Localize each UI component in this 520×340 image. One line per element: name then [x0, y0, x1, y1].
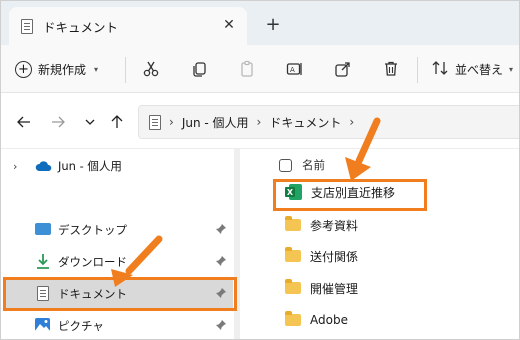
sidebar-item-label: Jun - 個人用: [58, 159, 122, 173]
document-icon: [21, 18, 33, 34]
folder-row[interactable]: 送付関係: [285, 243, 358, 269]
rename-icon[interactable]: A: [283, 57, 307, 81]
chevron-down-icon: ▾: [509, 64, 514, 74]
address-row: › Jun - 個人用 › ドキュメント ›: [1, 93, 519, 149]
folder-name: 送付関係: [310, 249, 359, 264]
breadcrumb-item[interactable]: Jun - 個人用: [182, 114, 249, 131]
annotation-arrow-icon: [111, 235, 163, 287]
copy-icon[interactable]: [187, 57, 211, 81]
toolbar-divider: [125, 57, 126, 83]
folder-row[interactable]: 参考資料: [285, 212, 358, 238]
sort-button-label: 並べ替え: [455, 62, 504, 77]
folder-icon: [285, 216, 301, 231]
folder-name: 参考資料: [310, 218, 359, 233]
cut-icon[interactable]: [139, 57, 163, 81]
desktop-icon: [35, 223, 51, 235]
pin-icon[interactable]: [215, 319, 227, 334]
folder-row[interactable]: 開催管理: [285, 275, 358, 301]
download-icon: [36, 253, 50, 272]
breadcrumb-item[interactable]: ドキュメント: [269, 114, 341, 131]
sidebar-item-label: ピクチャ: [58, 319, 104, 333]
sort-icon: [431, 59, 449, 80]
onedrive-cloud-icon: [35, 160, 53, 175]
paste-icon[interactable]: [235, 57, 259, 81]
recent-locations-chevron-icon[interactable]: [81, 113, 99, 131]
sort-button[interactable]: 並べ替え ▾: [431, 57, 513, 81]
up-arrow-icon[interactable]: [108, 113, 126, 131]
command-bar: + 新規作成 ▾ A 並べ替え ▾: [1, 45, 519, 93]
new-button-label: 新規作成: [38, 62, 87, 77]
column-header-label: 名前: [302, 158, 325, 172]
folder-icon: [285, 247, 301, 262]
select-all-checkbox[interactable]: [279, 158, 292, 172]
navigation-scrollbar[interactable]: [234, 149, 240, 339]
back-arrow-icon[interactable]: [15, 113, 33, 131]
forward-arrow-icon[interactable]: [49, 113, 67, 131]
breadcrumb-separator-icon[interactable]: ›: [169, 115, 174, 129]
pictures-icon: [35, 318, 50, 331]
address-bar[interactable]: › Jun - 個人用 › ドキュメント ›: [138, 105, 519, 139]
sidebar-item-pictures[interactable]: ピクチャ: [1, 311, 233, 339]
explorer-window: ドキュメント ✕ + + 新規作成 ▾ A 並べ替え ▾ › Jun - 個人用…: [0, 0, 520, 340]
folder-name: Adobe: [310, 313, 348, 327]
new-tab-button[interactable]: +: [263, 14, 283, 35]
sidebar-item-onedrive[interactable]: › Jun - 個人用: [1, 151, 233, 181]
content-area: › Jun - 個人用 デスクトップ ダウンロード ドキュメント ピクチャ 名前…: [1, 149, 519, 339]
document-icon: [149, 114, 161, 130]
folder-name: 開催管理: [310, 281, 359, 296]
close-tab-icon[interactable]: ✕: [219, 15, 239, 35]
toolbar-divider: [417, 57, 418, 83]
folder-icon: [285, 311, 301, 326]
share-icon[interactable]: [331, 57, 355, 81]
pin-icon[interactable]: [215, 223, 227, 238]
expand-chevron-icon[interactable]: ›: [13, 160, 17, 173]
tab-documents[interactable]: ドキュメント ✕: [9, 7, 247, 45]
new-button[interactable]: + 新規作成 ▾: [15, 57, 98, 81]
tab-title: ドキュメント: [43, 19, 119, 35]
delete-icon[interactable]: [379, 57, 403, 81]
folder-row[interactable]: Adobe: [285, 307, 348, 333]
tab-strip: ドキュメント ✕ +: [1, 1, 519, 45]
folder-icon: [285, 279, 301, 294]
chevron-down-icon: ▾: [94, 64, 99, 74]
annotation-arrow-icon: [345, 117, 381, 181]
svg-text:A: A: [290, 66, 295, 74]
breadcrumb-separator-icon[interactable]: ›: [257, 115, 262, 129]
column-header-name[interactable]: 名前: [279, 155, 325, 175]
plus-circle-icon: +: [15, 60, 32, 78]
pin-icon[interactable]: [215, 255, 227, 270]
